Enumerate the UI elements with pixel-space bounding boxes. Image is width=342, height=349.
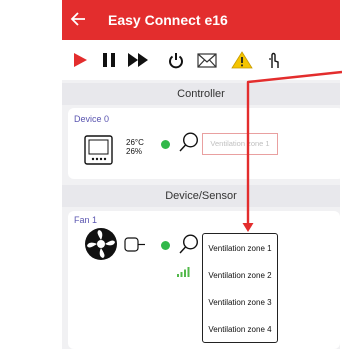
fan-icon[interactable] bbox=[84, 227, 118, 261]
status-online-icon bbox=[161, 140, 170, 149]
play-icon[interactable] bbox=[71, 50, 89, 70]
zone-option[interactable]: Ventilation zone 4 bbox=[203, 315, 277, 344]
controller-device-label[interactable]: Device 0 bbox=[74, 114, 109, 124]
search-icon[interactable] bbox=[178, 233, 200, 255]
app-title: Easy Connect e16 bbox=[108, 12, 228, 28]
plug-icon bbox=[124, 237, 146, 253]
zone-option[interactable]: Ventilation zone 3 bbox=[203, 288, 277, 317]
controller-section-header: Controller bbox=[62, 83, 340, 105]
power-icon[interactable] bbox=[167, 50, 185, 70]
arrow-left-icon[interactable] bbox=[70, 9, 88, 29]
zone-dropdown: Ventilation zone 1 Ventilation zone 2 Ve… bbox=[202, 233, 278, 343]
thermostat-icon[interactable] bbox=[84, 135, 113, 165]
status-online-icon bbox=[161, 241, 170, 250]
zone-option[interactable]: Ventilation zone 1 bbox=[203, 234, 277, 263]
sensor-device-label[interactable]: Fan 1 bbox=[74, 215, 97, 225]
search-icon[interactable] bbox=[178, 131, 200, 153]
mail-icon[interactable] bbox=[196, 50, 218, 70]
touch-icon[interactable] bbox=[265, 50, 281, 70]
humidity-value: 26% bbox=[126, 147, 143, 156]
toolbar bbox=[62, 40, 340, 80]
pause-icon[interactable] bbox=[100, 50, 118, 70]
signal-strength-icon bbox=[176, 265, 190, 277]
sensor-section-header: Device/Sensor bbox=[62, 185, 340, 207]
controller-zone-select[interactable]: Ventilation zone 1 bbox=[202, 133, 278, 155]
app-bar: Easy Connect e16 bbox=[62, 0, 340, 40]
fast-forward-icon[interactable] bbox=[126, 50, 152, 70]
zone-option[interactable]: Ventilation zone 2 bbox=[203, 261, 277, 290]
warning-icon[interactable] bbox=[231, 50, 253, 70]
